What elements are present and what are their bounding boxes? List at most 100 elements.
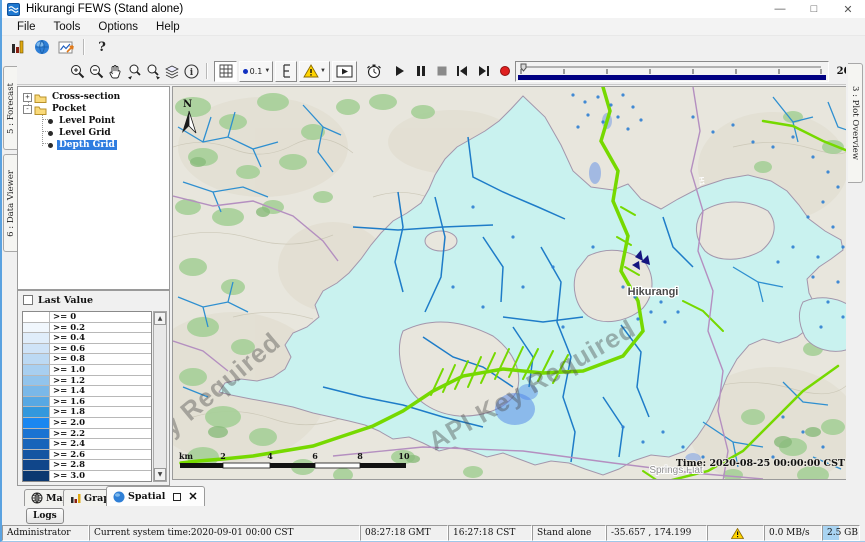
menu-file[interactable]: File	[8, 21, 45, 33]
svg-text:8: 8	[357, 451, 363, 461]
tree-node-cross-section[interactable]: + Cross-section	[23, 91, 122, 103]
folder-icon	[34, 92, 47, 103]
stop-button[interactable]	[431, 62, 452, 81]
legend-label: >= 0.8	[50, 354, 85, 364]
legend-row[interactable]: >= 1.2	[23, 376, 151, 387]
legend-row[interactable]: >= 2.0	[23, 418, 151, 429]
legend-swatch	[23, 333, 50, 343]
legend-row[interactable]: >= 3.0	[23, 471, 151, 482]
pan-tool[interactable]	[106, 62, 125, 81]
tab-close-icon[interactable]: ✕	[188, 490, 197, 503]
chevron-down-icon: ▼	[264, 68, 270, 74]
legend-row[interactable]: >= 1.6	[23, 397, 151, 408]
tree-node-depth-grid[interactable]: Depth Grid	[46, 139, 117, 151]
legend-label: >= 0.2	[50, 323, 85, 333]
chevron-down-icon: ▼	[320, 68, 326, 74]
expand-plus-icon[interactable]: +	[23, 93, 32, 102]
legend-swatch	[23, 323, 50, 333]
legend-row[interactable]: >= 3.2	[23, 482, 151, 483]
folder-open-icon	[34, 104, 47, 115]
run-forecast-clock-icon[interactable]	[364, 62, 383, 81]
node-bullet-icon	[48, 131, 53, 136]
layers-tool[interactable]	[163, 62, 182, 81]
legend-row[interactable]: >= 1.8	[23, 407, 151, 418]
timeseries-display-button[interactable]	[54, 37, 78, 57]
logs-button[interactable]: Logs	[26, 508, 64, 524]
tree-node-level-grid[interactable]: Level Grid	[46, 127, 113, 139]
menu-help[interactable]: Help	[147, 21, 189, 33]
grid-display-button[interactable]	[6, 37, 30, 57]
legend-rows: >= 0>= 0.2>= 0.4>= 0.6>= 0.8>= 1.0>= 1.2…	[22, 311, 152, 482]
legend-swatch	[23, 344, 50, 354]
close-button[interactable]: ✕	[831, 0, 865, 18]
last-value-checkbox[interactable]	[23, 295, 33, 305]
legend-swatch	[23, 450, 50, 460]
tab-plot-overview[interactable]: 3 : Plot Overview	[848, 63, 863, 183]
warnings-dropdown[interactable]: ▼	[299, 61, 330, 82]
time-slider-handle	[521, 64, 526, 71]
legend-swatch	[23, 312, 50, 322]
status-local-time: 16:27:18 CST	[448, 525, 532, 541]
town-label: Hikurangi	[628, 286, 679, 298]
tab-data-viewer[interactable]: 6 : Data Viewer	[3, 154, 17, 252]
legend-label: >= 2.6	[50, 450, 85, 460]
skip-to-end-button[interactable]	[473, 62, 494, 81]
contour-interval-dropdown[interactable]: 0.1 ▼	[239, 61, 273, 82]
legend-scrollbar[interactable]: ▲ ▼	[153, 311, 167, 482]
legend-row[interactable]: >= 2.6	[23, 450, 151, 461]
svg-text:10: 10	[398, 451, 410, 461]
tree-node-level-point[interactable]: Level Point	[46, 115, 117, 127]
tab-maximize-icon[interactable]	[173, 493, 181, 501]
legend-row[interactable]: >= 0.2	[23, 323, 151, 334]
tree-node-pocket[interactable]: - Pocket	[23, 103, 88, 115]
legend-row[interactable]: >= 1.4	[23, 386, 151, 397]
skip-to-start-button[interactable]	[452, 62, 473, 81]
tab-forecast[interactable]: 5 : Forecast	[3, 66, 17, 150]
record-button[interactable]	[494, 62, 515, 81]
pause-button[interactable]	[410, 62, 431, 81]
legend-row[interactable]: >= 0.8	[23, 354, 151, 365]
maximize-button[interactable]: □	[797, 0, 831, 18]
zoom-previous-tool[interactable]	[125, 62, 144, 81]
minimize-button[interactable]: —	[763, 0, 797, 18]
tab-spatial[interactable]: Spatial ✕	[106, 486, 205, 506]
scroll-up-icon[interactable]: ▲	[154, 312, 166, 325]
title-bar: Hikurangi FEWS (Stand alone) — □ ✕	[2, 0, 865, 18]
info-tool[interactable]: i	[182, 62, 201, 81]
map-view[interactable]: H1	[172, 86, 848, 480]
main-toolbar: ?	[2, 36, 865, 58]
spatial-display-button[interactable]	[30, 37, 54, 57]
legend-label: >= 3.0	[50, 471, 85, 481]
help-button[interactable]: ?	[90, 37, 114, 57]
menu-tools[interactable]: Tools	[45, 21, 90, 33]
legend-swatch	[23, 460, 50, 470]
collapse-minus-icon[interactable]: -	[23, 105, 32, 114]
legend-swatch	[23, 439, 50, 449]
legend-row[interactable]: >= 2.2	[23, 429, 151, 440]
time-slider[interactable]	[515, 61, 829, 82]
status-warning[interactable]	[707, 525, 764, 541]
scroll-down-icon[interactable]: ▼	[154, 468, 166, 481]
status-coordinates: -35.657 , 174.199	[606, 525, 707, 541]
legend-row[interactable]: >= 0.6	[23, 344, 151, 355]
legend-swatch	[23, 471, 50, 481]
zoom-in-tool[interactable]	[68, 62, 87, 81]
logs-row: Logs	[17, 506, 846, 526]
legend-row[interactable]: >= 1.0	[23, 365, 151, 376]
timeline-span-bar	[518, 75, 826, 80]
zoom-out-tool[interactable]	[87, 62, 106, 81]
legend-swatch	[23, 386, 50, 396]
show-grid-button[interactable]	[214, 61, 237, 82]
legend-row[interactable]: >= 2.8	[23, 460, 151, 471]
legend-label: >= 2.2	[50, 429, 85, 439]
play-button[interactable]	[389, 62, 410, 81]
legend-row[interactable]: >= 0.4	[23, 333, 151, 344]
zoom-next-tool[interactable]	[144, 62, 163, 81]
menu-options[interactable]: Options	[89, 21, 147, 33]
movie-player-button[interactable]	[332, 61, 357, 82]
legend-row[interactable]: >= 0	[23, 312, 151, 323]
svg-text:2: 2	[220, 451, 226, 461]
legend-label: >= 3.2	[50, 482, 85, 483]
scale-bar-button[interactable]	[275, 61, 297, 82]
legend-row[interactable]: >= 2.4	[23, 439, 151, 450]
